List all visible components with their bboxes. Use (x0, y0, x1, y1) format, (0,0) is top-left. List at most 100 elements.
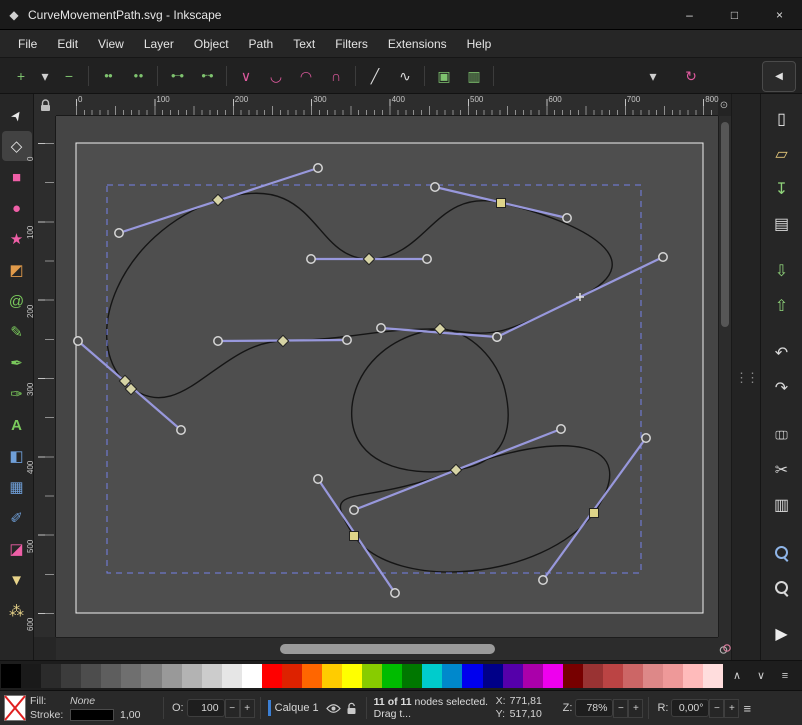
horizontal-scrollbar-thumb[interactable] (280, 644, 495, 654)
fill-none-swatch[interactable] (4, 695, 26, 721)
open-document-button[interactable]: ▱ (766, 137, 798, 172)
menu-layer[interactable]: Layer (134, 33, 184, 55)
delete-segment-button[interactable]: ●╌● (192, 62, 222, 90)
palette-swatch[interactable] (202, 664, 222, 688)
palette-swatch[interactable] (322, 664, 342, 688)
toggle-dialogs-button[interactable]: ▶ (766, 617, 798, 652)
palette-swatch[interactable] (683, 664, 703, 688)
undo-button[interactable]: ↶ (766, 336, 798, 371)
segment-line-button[interactable]: ╱ (360, 62, 390, 90)
canvas[interactable] (56, 116, 718, 637)
palette-swatch[interactable] (623, 664, 643, 688)
vertical-ruler[interactable]: 0100200300400500600 (34, 116, 56, 637)
rotation-increase-button[interactable]: + (724, 699, 739, 718)
handle-endpoint[interactable] (642, 434, 650, 442)
rotation-decrease-button[interactable]: − (709, 699, 724, 718)
palette-swatch[interactable] (603, 664, 623, 688)
handle-endpoint[interactable] (493, 333, 501, 341)
palette-swatch[interactable] (41, 664, 61, 688)
palette-swatch[interactable] (703, 664, 723, 688)
opacity-decrease-button[interactable]: − (225, 699, 240, 718)
palette-swatch[interactable] (302, 664, 322, 688)
tool-selector[interactable]: ➤ (2, 100, 32, 130)
fill-value[interactable]: None (70, 695, 95, 707)
palette-swatch[interactable] (422, 664, 442, 688)
break-nodes-button[interactable]: ● ● (123, 62, 153, 90)
palette-swatch[interactable] (81, 664, 101, 688)
delete-node-button[interactable]: − (54, 62, 84, 90)
insert-node-button[interactable]: + (6, 62, 36, 90)
vertical-scrollbar[interactable] (718, 116, 731, 637)
palette-swatch[interactable] (242, 664, 262, 688)
menu-path[interactable]: Path (239, 33, 284, 55)
zoom-to-page-button[interactable] (766, 570, 798, 605)
inkscape-logo-icon[interactable]: ◆ (0, 8, 28, 22)
dock-grip-handle[interactable]: ⋮⋮ (732, 370, 760, 386)
palette-swatch[interactable] (222, 664, 242, 688)
zoom-to-drawing-button[interactable] (766, 535, 798, 570)
menu-object[interactable]: Object (184, 33, 239, 55)
palette-swatch[interactable] (503, 664, 523, 688)
join-nodes-button[interactable]: ●● (93, 62, 123, 90)
handle-endpoint[interactable] (557, 425, 565, 433)
redo-button[interactable]: ↷ (766, 371, 798, 406)
segment-curve-button[interactable]: ∿ (390, 62, 420, 90)
paste-button[interactable]: ▥ (766, 488, 798, 523)
maximize-button[interactable]: □ (712, 0, 757, 29)
palette-swatch[interactable] (483, 664, 503, 688)
menu-file[interactable]: File (8, 33, 47, 55)
palette-swatch[interactable] (523, 664, 543, 688)
collapse-dock-button[interactable]: ◀ (762, 61, 796, 92)
handle-endpoint[interactable] (74, 337, 82, 345)
tool-ellipse[interactable]: ● (2, 193, 32, 223)
tool-pencil[interactable]: ✎ (2, 317, 32, 347)
zoom-input[interactable]: 78% (575, 699, 613, 717)
object-to-path-button[interactable]: ▣ (429, 62, 459, 90)
handle-endpoint[interactable] (391, 589, 399, 597)
tool-paint-bucket[interactable]: ▼ (2, 565, 32, 595)
zoom-decrease-button[interactable]: − (613, 699, 628, 718)
ruler-corner-button[interactable]: ⊙ (716, 94, 732, 116)
save-document-button[interactable]: ↧ (766, 172, 798, 207)
export-image-button[interactable]: ⇧ (766, 289, 798, 324)
tool-rectangle[interactable]: ■ (2, 162, 32, 192)
node-symmetric-button[interactable]: ◠ (291, 62, 321, 90)
menu-text[interactable]: Text (283, 33, 325, 55)
stroke-to-path-button[interactable]: ▥ (459, 62, 489, 90)
node-smooth-button[interactable]: ◡ (261, 62, 291, 90)
palette-scroll-down-button[interactable]: ∨ (753, 669, 769, 682)
path-node[interactable] (590, 509, 599, 518)
handle-endpoint[interactable] (314, 475, 322, 483)
palette-swatch[interactable] (282, 664, 302, 688)
palette-swatch[interactable] (543, 664, 563, 688)
palette-swatch[interactable] (382, 664, 402, 688)
stroke-color-swatch[interactable] (70, 709, 114, 721)
join-with-segment-button[interactable]: ●─● (162, 62, 192, 90)
palette-swatch[interactable] (342, 664, 362, 688)
palette-swatch[interactable] (141, 664, 161, 688)
palette-scroll-up-button[interactable]: ∧ (729, 669, 745, 682)
palette-swatch[interactable] (61, 664, 81, 688)
tool-text[interactable]: A (2, 410, 32, 440)
layer-visibility-toggle[interactable] (325, 703, 343, 714)
cut-button[interactable]: ✂ (766, 453, 798, 488)
ruler-corner[interactable] (34, 94, 56, 116)
palette-swatch[interactable] (563, 664, 583, 688)
statusbar-menu-button[interactable]: ≡ (743, 701, 751, 716)
rotation-input[interactable]: 0,00° (671, 699, 709, 717)
import-image-button[interactable]: ⇩ (766, 254, 798, 289)
palette-swatch[interactable] (442, 664, 462, 688)
menu-edit[interactable]: Edit (47, 33, 88, 55)
node-corner-button[interactable]: ∨ (231, 62, 261, 90)
opacity-input[interactable]: 100 (187, 699, 225, 717)
path-node[interactable] (350, 532, 359, 541)
handle-endpoint[interactable] (343, 336, 351, 344)
handle-endpoint[interactable] (307, 255, 315, 263)
insert-node-dropdown-button[interactable]: ▾ (36, 62, 54, 90)
palette-menu-button[interactable]: ≡ (777, 670, 793, 682)
handle-endpoint[interactable] (539, 576, 547, 584)
handle-endpoint[interactable] (214, 337, 222, 345)
palette-swatch[interactable] (262, 664, 282, 688)
handle-endpoint[interactable] (350, 506, 358, 514)
tool-dropper[interactable]: ✐ (2, 503, 32, 533)
